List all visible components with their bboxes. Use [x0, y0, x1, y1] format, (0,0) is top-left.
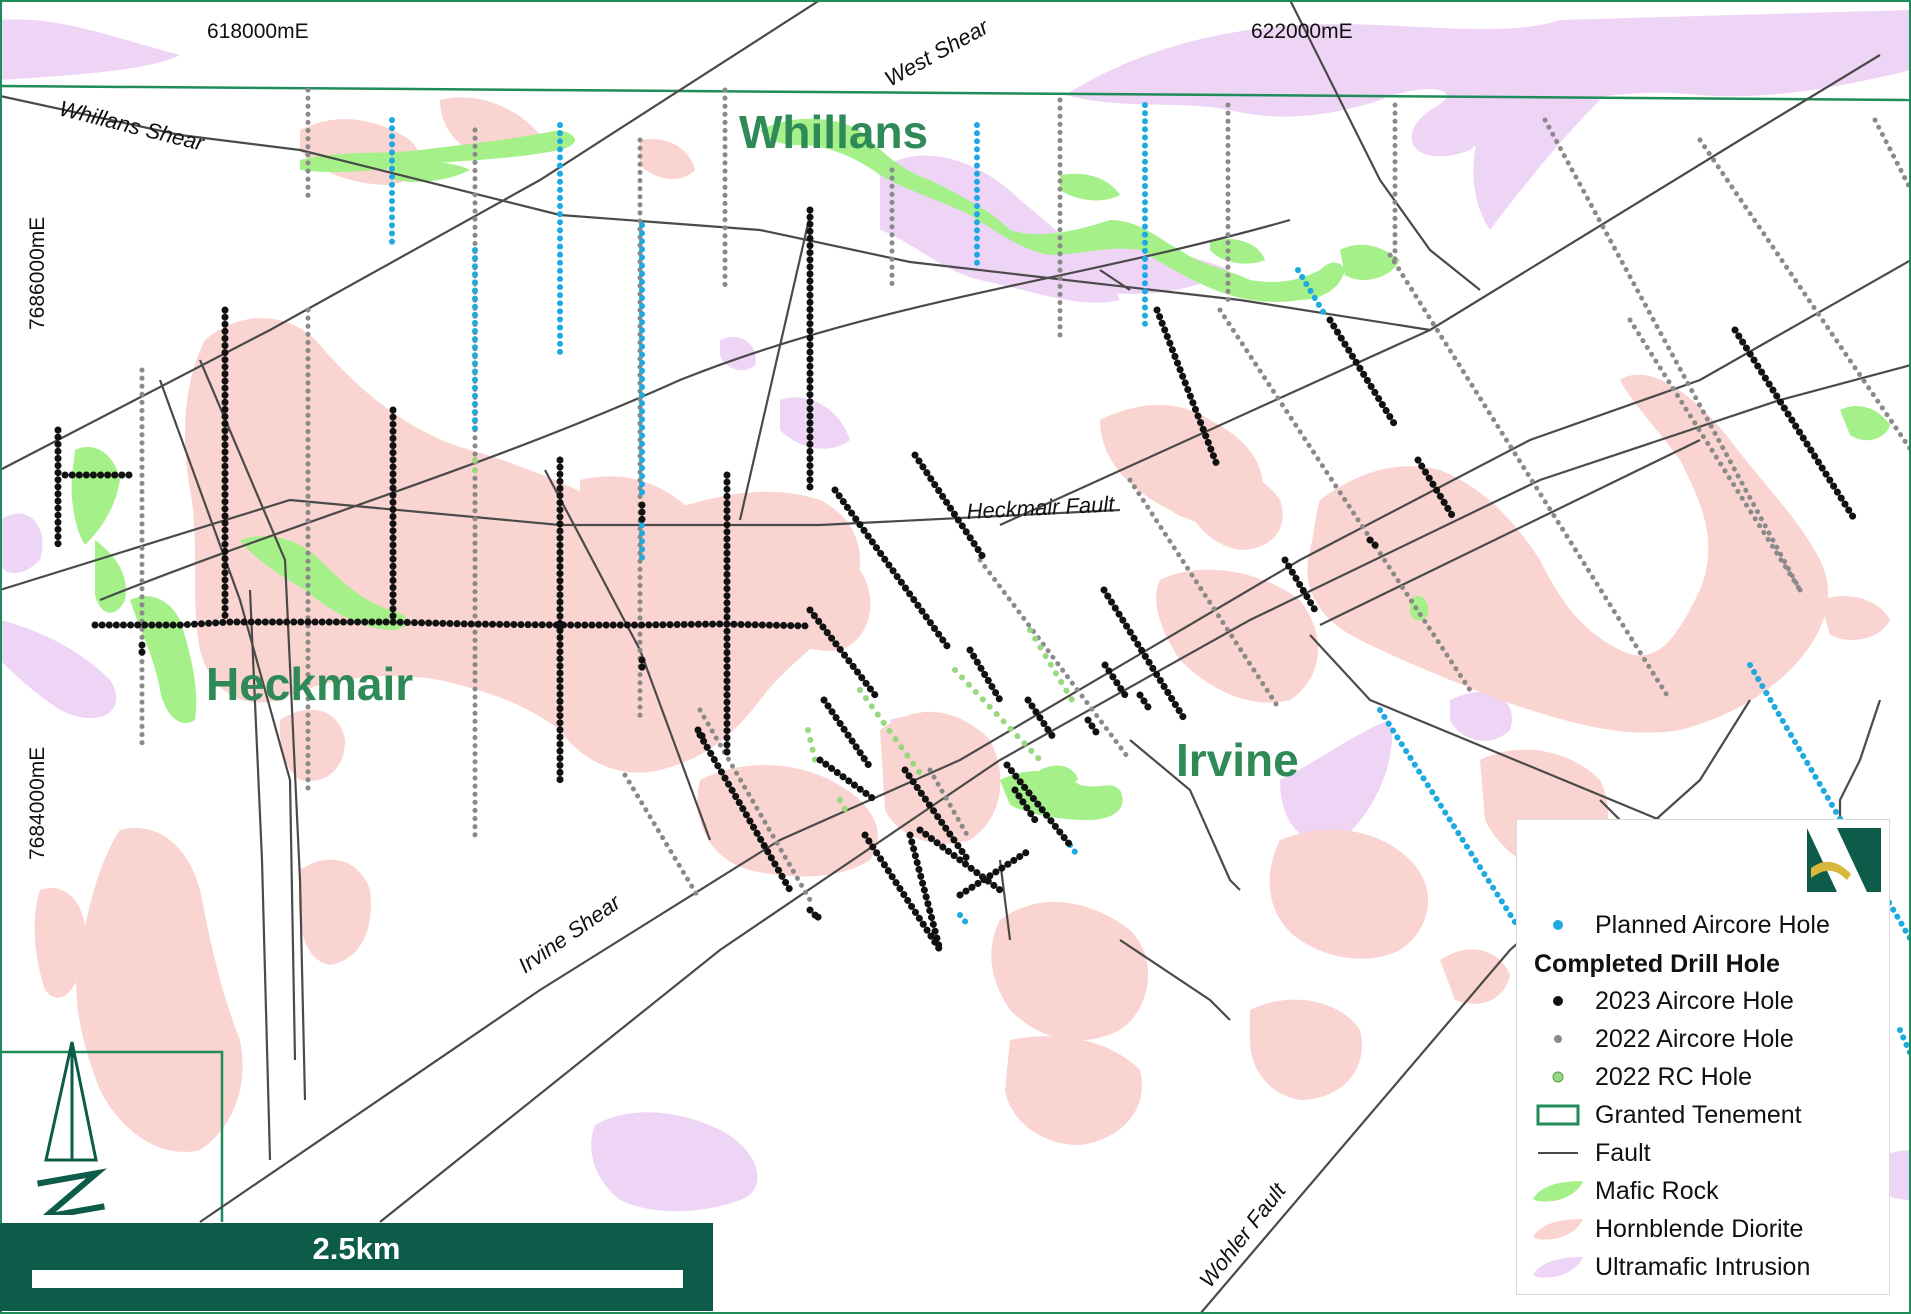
legend-label-fault: Fault: [1595, 1138, 1651, 1167]
fault-label-west-shear: West Shear: [880, 13, 994, 91]
rc-2022-symbol: [1531, 1062, 1585, 1092]
easting-label-618000: 618000mE: [207, 20, 309, 43]
scale-bar-label: 2.5km: [312, 1231, 401, 1266]
legend-label-mafic: Mafic Rock: [1595, 1176, 1719, 1205]
legend-label-2022-rc: 2022 RC Hole: [1595, 1062, 1753, 1091]
fault-label-wohler-fault: Wohler Fault: [1194, 1178, 1291, 1292]
north-arrow-icon: [35, 1041, 107, 1222]
north-arrow: [35, 1040, 116, 1222]
legend-item-2023-aircore: 2023 Aircore Hole: [1531, 984, 1794, 1018]
ultramafic-symbol: [1531, 1252, 1585, 1282]
legend-item-2022-rc: 2022 RC Hole: [1531, 1060, 1752, 1094]
legend-item-ultramafic: Ultramafic Intrusion: [1531, 1250, 1810, 1284]
legend-item-planned: Planned Aircore Hole: [1531, 908, 1830, 942]
aircore-2022-symbol: [1531, 1024, 1585, 1054]
legend-heading-completed: Completed Drill Hole: [1534, 950, 1780, 978]
fault-symbol: [1531, 1138, 1585, 1168]
tenement-symbol: [1531, 1100, 1585, 1130]
legend-label-ultramafic: Ultramafic Intrusion: [1595, 1252, 1811, 1281]
fault-label-whillans-shear: Whillans Shear: [57, 96, 208, 156]
deposit-label-whillans: Whillans: [739, 106, 928, 158]
scale-bar: 2.5km: [0, 1223, 713, 1311]
northing-label-7684000: 7684000mE: [26, 747, 49, 860]
northing-label-7686000: 7686000mE: [26, 217, 49, 330]
legend-item-2022-aircore: 2022 Aircore Hole: [1531, 1022, 1794, 1056]
diorite-symbol: [1531, 1214, 1585, 1244]
fault-label-irvine-shear: Irvine Shear: [514, 889, 627, 978]
legend-label-tenement: Granted Tenement: [1595, 1100, 1802, 1129]
legend-item-fault: Fault: [1531, 1136, 1651, 1170]
scale-bar-line: [32, 1270, 683, 1288]
map-legend: Planned Aircore Hole Completed Drill Hol…: [1516, 819, 1890, 1295]
legend-item-tenement: Granted Tenement: [1531, 1098, 1802, 1132]
legend-item-mafic: Mafic Rock: [1531, 1174, 1719, 1208]
deposit-label-heckmair: Heckmair: [206, 658, 413, 710]
legend-label-diorite: Hornblende Diorite: [1595, 1214, 1804, 1243]
fault-label-heckmair-fault: Heckmair Fault: [966, 491, 1116, 524]
planned-hole-symbol: [1531, 910, 1585, 940]
legend-item-diorite: Hornblende Diorite: [1531, 1212, 1803, 1246]
aircore-2023-symbol: [1531, 986, 1585, 1016]
company-logo: [1807, 828, 1881, 892]
legend-label-2023-aircore: 2023 Aircore Hole: [1595, 986, 1794, 1015]
mafic-symbol: [1531, 1176, 1585, 1206]
easting-label-622000: 622000mE: [1251, 20, 1353, 43]
legend-label-2022-aircore: 2022 Aircore Hole: [1595, 1024, 1794, 1053]
deposit-label-irvine: Irvine: [1176, 734, 1299, 786]
legend-label-planned: Planned Aircore Hole: [1595, 910, 1830, 939]
